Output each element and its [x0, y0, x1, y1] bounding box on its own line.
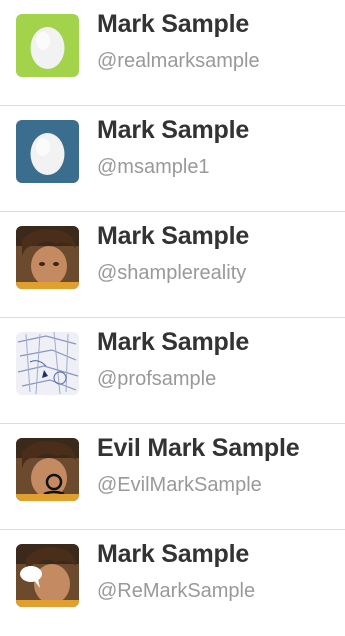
default-egg-icon [16, 14, 79, 77]
account-row[interactable]: Mark Sample @profsample [0, 318, 345, 424]
avatar [16, 226, 79, 289]
display-name: Mark Sample [97, 116, 250, 144]
display-name: Mark Sample [97, 328, 250, 356]
account-row[interactable]: Mark Sample @realmarksample [0, 0, 345, 106]
display-name: Mark Sample [97, 540, 250, 568]
profile-photo-speech-bubble [16, 544, 79, 607]
account-row[interactable]: Evil Mark Sample @EvilMarkSample [0, 424, 345, 530]
account-handle: @profsample [97, 368, 217, 390]
display-name: Mark Sample [97, 222, 250, 250]
avatar [16, 438, 79, 501]
map-sketch-image [16, 332, 79, 395]
avatar [16, 120, 79, 183]
account-handle: @realmarksample [97, 50, 260, 72]
account-handle: @EvilMarkSample [97, 474, 262, 496]
display-name: Mark Sample [97, 10, 250, 38]
account-handle: @msample1 [97, 156, 210, 178]
display-name: Evil Mark Sample [97, 434, 300, 462]
account-row[interactable]: Mark Sample @ReMarkSample [0, 530, 345, 636]
account-handle: @ReMarkSample [97, 580, 256, 602]
default-egg-icon [16, 120, 79, 183]
profile-photo [16, 226, 79, 289]
account-list: Mark Sample @realmarksample Mark Sample … [0, 0, 345, 615]
avatar [16, 14, 79, 77]
account-handle: @shamplereality [97, 262, 247, 284]
account-row[interactable]: Mark Sample @shamplereality [0, 212, 345, 318]
avatar [16, 332, 79, 395]
profile-photo-monocle [16, 438, 79, 501]
account-row[interactable]: Mark Sample @msample1 [0, 106, 345, 212]
avatar [16, 544, 79, 607]
